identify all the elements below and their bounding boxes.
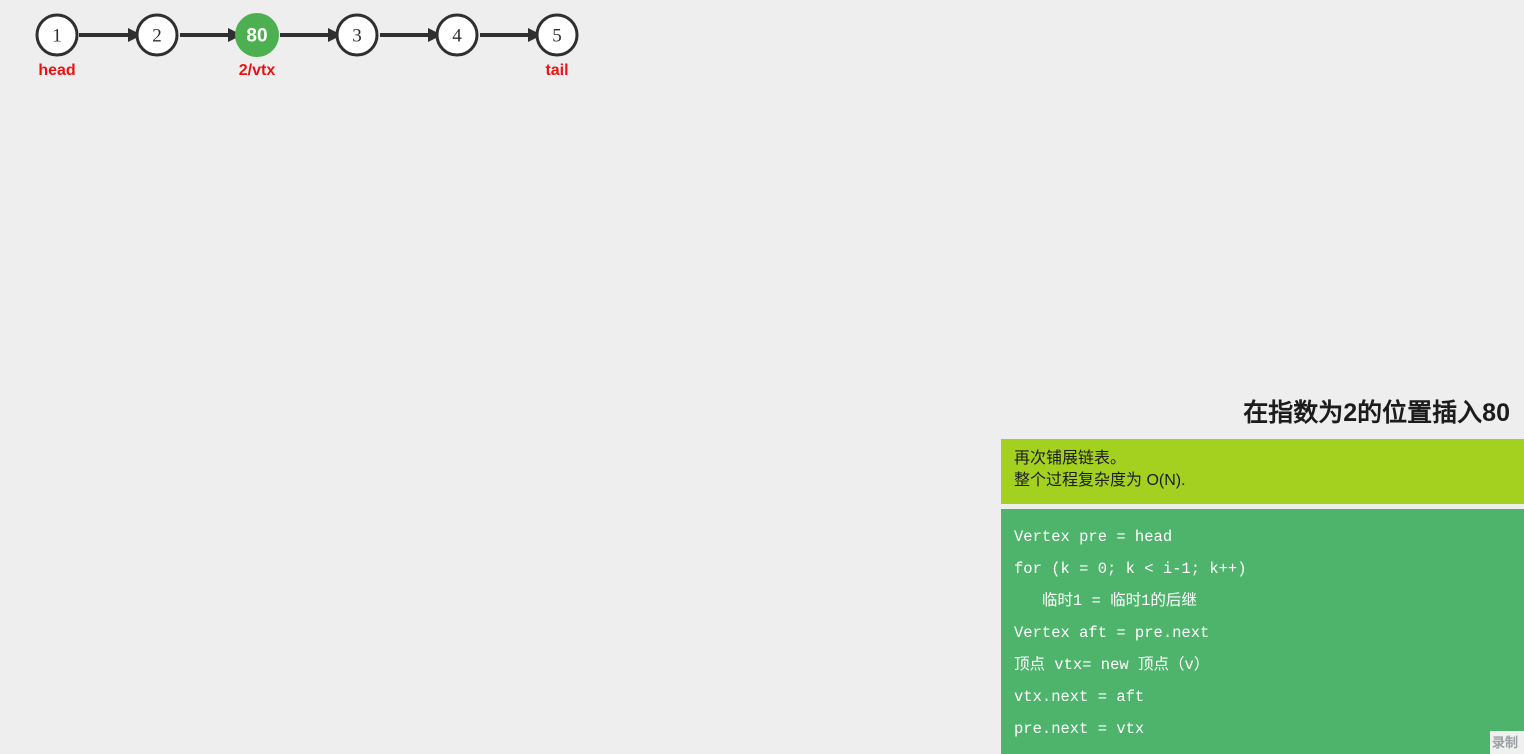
pseudocode-box: Vertex pre = head for (k = 0; k < i-1; k… xyxy=(1001,509,1524,754)
list-node-5[interactable]: 5 tail xyxy=(535,13,579,79)
note-box: 再次铺展链表。 整个过程复杂度为 O(N). xyxy=(1001,439,1524,504)
linked-list-svg: 1 head 2 80 2/vtx 3 4 5 tail xyxy=(35,13,579,79)
list-node-3[interactable]: 3 xyxy=(335,13,379,57)
node-value: 3 xyxy=(352,26,362,47)
code-line: 顶点 vtx= new 顶点（v） xyxy=(1014,656,1210,674)
list-node-1[interactable]: 1 head xyxy=(35,13,79,79)
note-line: 整个过程复杂度为 O(N). xyxy=(1014,472,1186,489)
node-value: 80 xyxy=(246,26,267,47)
corner-watermark: 录制 xyxy=(1490,731,1524,754)
code-line: Vertex pre = head xyxy=(1014,528,1173,546)
linked-list-diagram: 1 head 2 80 2/vtx 3 4 5 tail xyxy=(0,0,620,90)
list-node-4[interactable]: 4 xyxy=(435,13,479,57)
code-line: pre.next = vtx xyxy=(1014,720,1145,738)
corner-watermark-label: 录制 xyxy=(1492,735,1519,750)
list-node-inserted-80[interactable]: 80 2/vtx xyxy=(235,13,279,79)
node-value: 1 xyxy=(52,26,62,47)
pointer-label-head: head xyxy=(38,62,75,79)
node-value: 4 xyxy=(452,26,462,47)
code-line: 临时1 = 临时1的后继 xyxy=(1014,592,1197,610)
slide-title: 在指数为2的位置插入80 xyxy=(1243,399,1510,427)
pointer-label-vtx: 2/vtx xyxy=(239,62,276,79)
node-value: 5 xyxy=(552,26,562,47)
list-node-2[interactable]: 2 xyxy=(135,13,179,57)
note-line: 再次铺展链表。 xyxy=(1014,450,1127,467)
pointer-label-tail: tail xyxy=(545,62,568,79)
code-line: for (k = 0; k < i-1; k++) xyxy=(1014,560,1247,578)
code-line: vtx.next = aft xyxy=(1014,688,1145,706)
node-value: 2 xyxy=(152,26,162,47)
code-line: Vertex aft = pre.next xyxy=(1014,624,1210,642)
